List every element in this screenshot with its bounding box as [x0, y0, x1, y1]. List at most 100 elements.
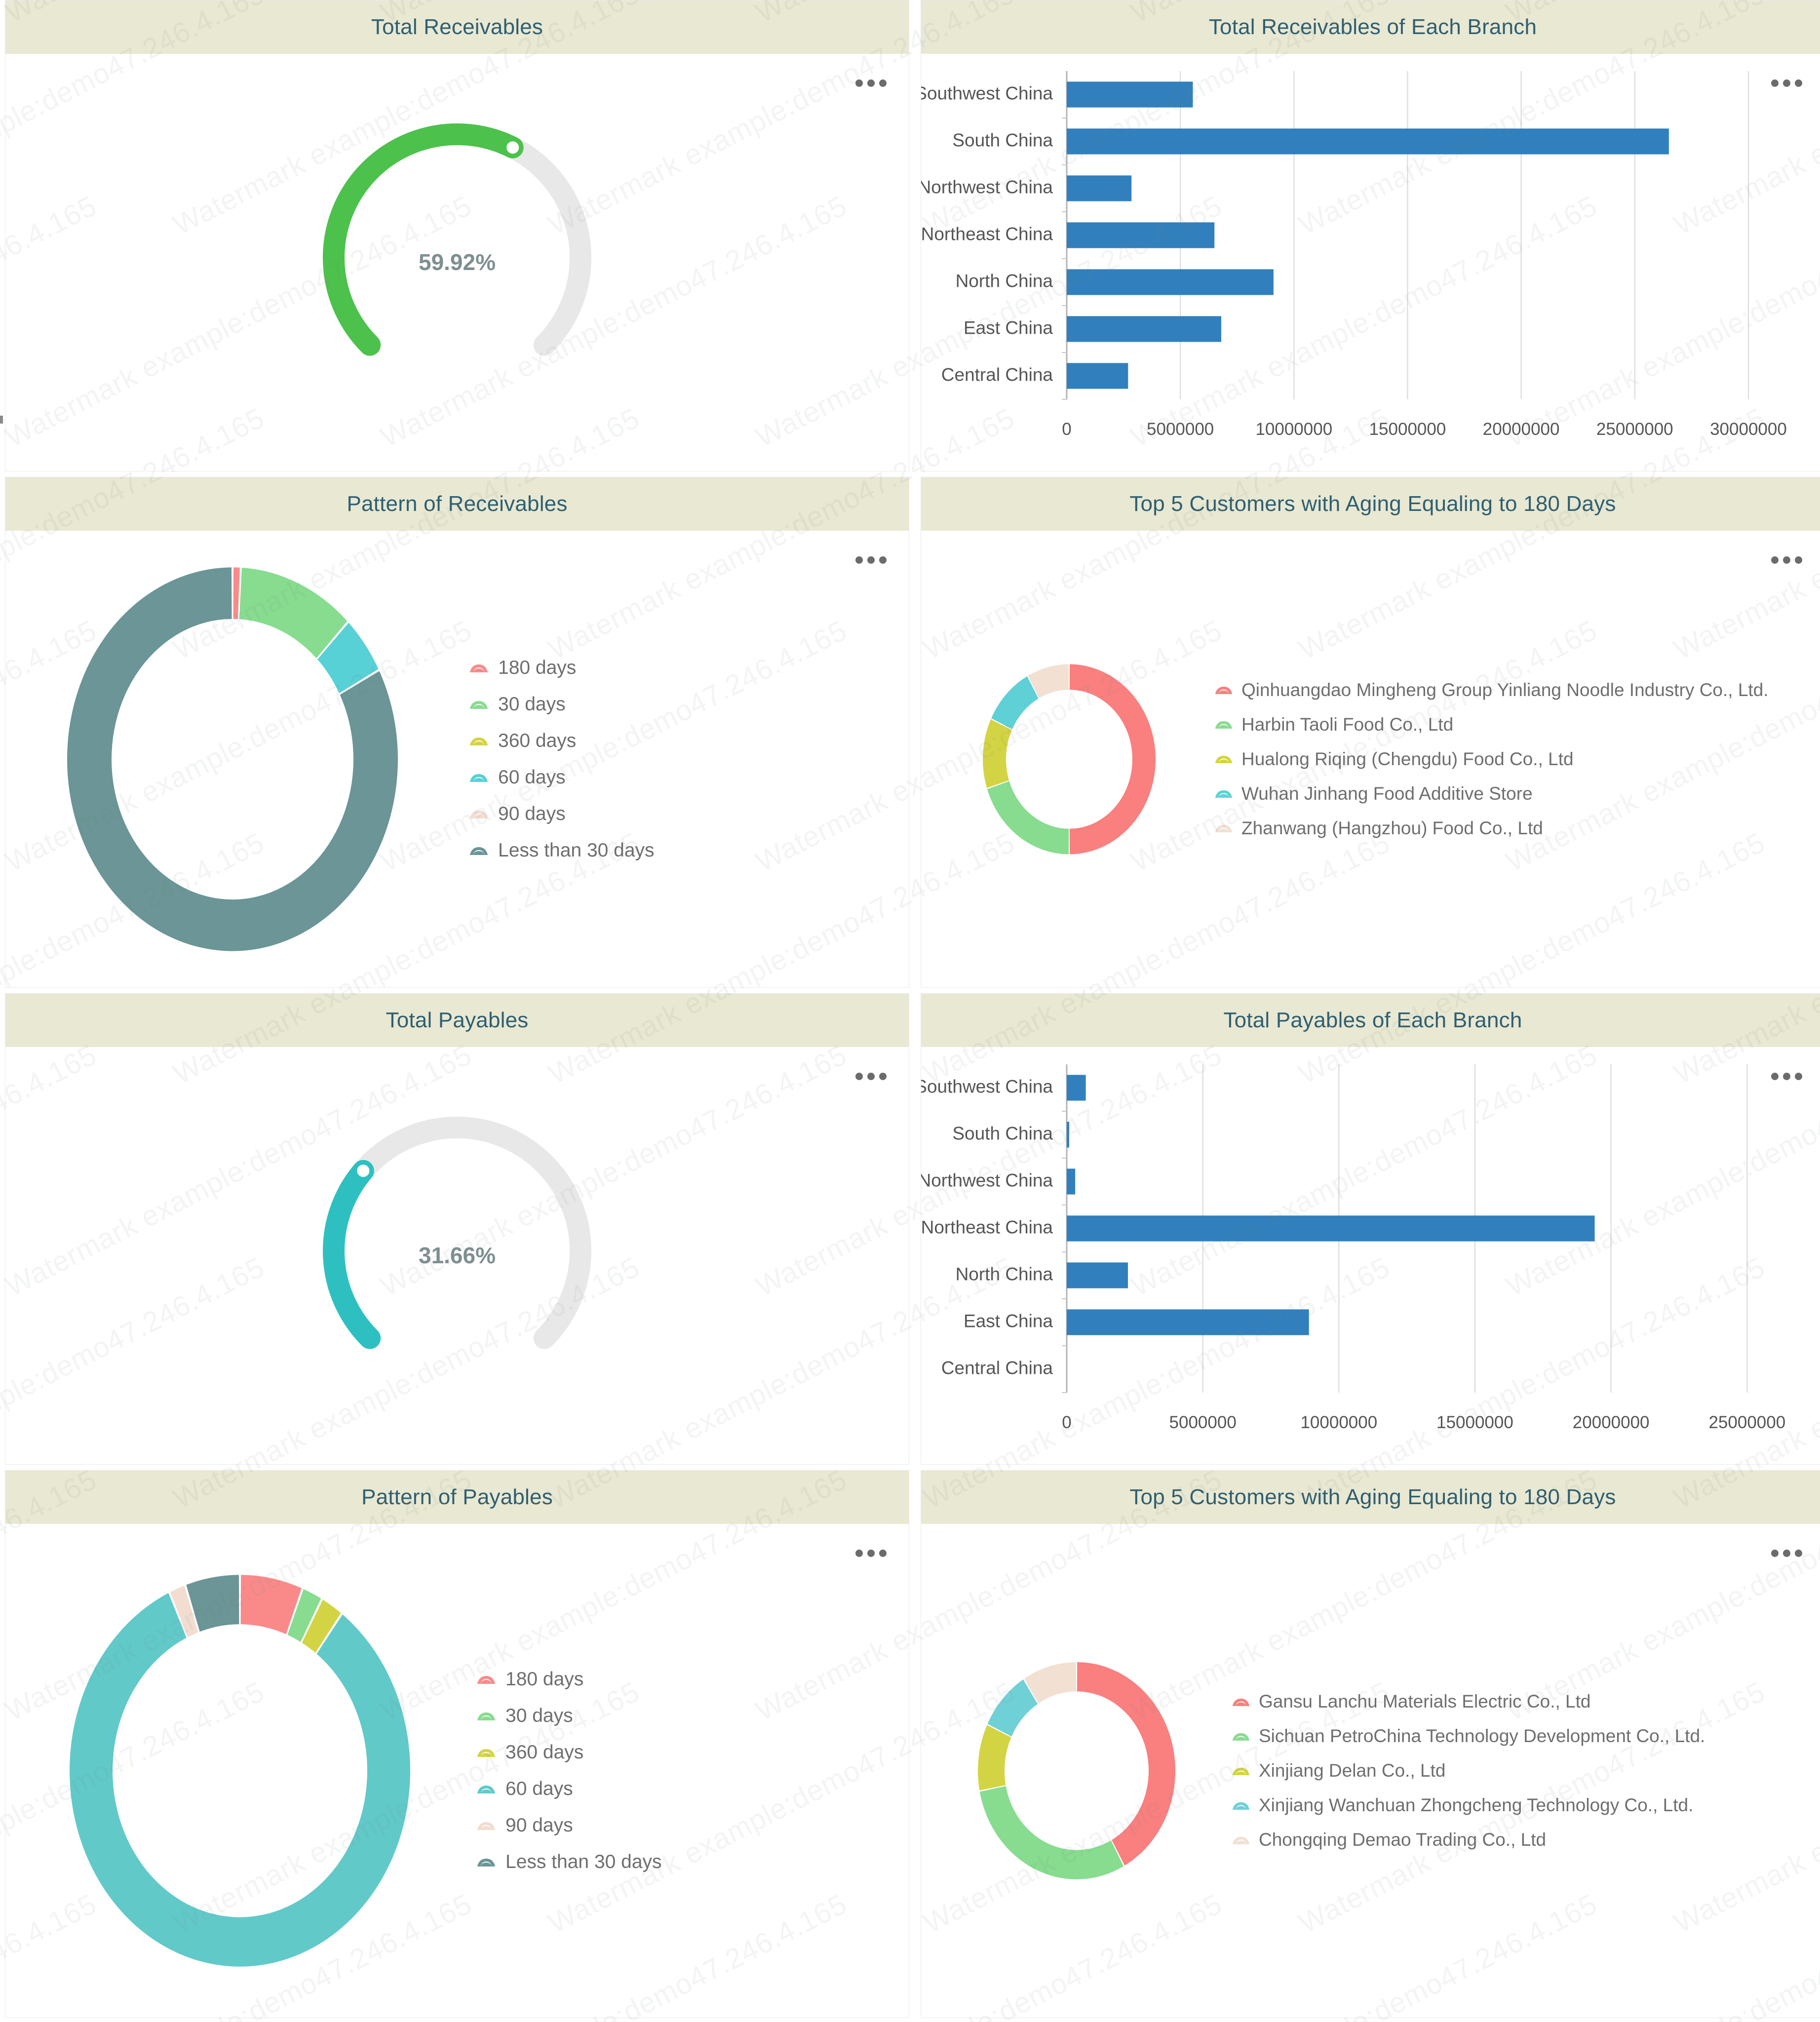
legend-color-swatch-icon [1232, 1732, 1250, 1741]
legend-pattern-receivables: 180 days 30 days 360 days 60 days 90 days Les… [469, 657, 655, 861]
dot [855, 79, 863, 87]
donut-pattern-receivables: 180 days 30 days 360 days 60 days 90 days Les… [5, 531, 909, 987]
legend-item[interactable]: Less than 30 days [477, 1851, 662, 1873]
donut-slice[interactable] [70, 1593, 411, 1967]
bar[interactable] [1067, 1122, 1069, 1148]
legend-item[interactable]: 90 days [477, 1815, 662, 1836]
legend-item[interactable]: Gansu Lanchu Materials Electric Co., Ltd [1232, 1691, 1705, 1712]
legend-item[interactable]: 180 days [477, 1669, 662, 1690]
legend-item[interactable]: Hualong Riqing (Chengdu) Food Co., Ltd [1215, 749, 1769, 770]
panel-header: Total Receivables [5, 0, 909, 54]
donut-top5-payables: Gansu Lanchu Materials Electric Co., Ltd… [921, 1524, 1820, 2018]
dot [1771, 556, 1779, 564]
legend-item[interactable]: Harbin Taoli Food Co., Ltd [1215, 714, 1769, 735]
legend-item[interactable]: 180 days [469, 657, 655, 679]
legend-item[interactable]: 60 days [477, 1778, 662, 1800]
donut-slice[interactable] [987, 780, 1069, 854]
legend-label: Zhanwang (Hangzhou) Food Co., Ltd [1241, 817, 1543, 838]
bar[interactable] [1067, 1215, 1595, 1242]
category-label: East China [964, 317, 1053, 338]
panel-title: Total Payables of Each Branch [1223, 1008, 1522, 1032]
legend-label: Sichuan PetroChina Technology Developmen… [1259, 1726, 1705, 1746]
more-options-icon[interactable] [1771, 1073, 1802, 1080]
donut-slice[interactable] [1069, 664, 1156, 854]
more-options-icon[interactable] [1771, 556, 1802, 564]
legend-color-swatch-icon [1215, 823, 1233, 833]
more-options-icon[interactable] [1771, 79, 1802, 87]
legend-label: Gansu Lanchu Materials Electric Co., Ltd [1259, 1691, 1591, 1711]
more-options-icon[interactable] [855, 79, 887, 87]
donut-slice[interactable] [983, 719, 1012, 788]
more-options-icon[interactable] [855, 1550, 887, 1557]
dot [1795, 1073, 1802, 1080]
legend-item[interactable]: 360 days [477, 1742, 662, 1763]
donut-svg [70, 1575, 411, 1967]
donut-slice[interactable] [978, 1725, 1011, 1790]
bar[interactable] [1067, 1309, 1309, 1335]
bar[interactable] [1067, 175, 1132, 201]
bar[interactable] [1067, 222, 1215, 248]
x-tick-label: 30000000 [1710, 420, 1787, 439]
category-label: South China [952, 130, 1053, 150]
legend-color-swatch-icon [1215, 720, 1233, 729]
legend-item[interactable]: Less than 30 days [469, 840, 655, 861]
legend-label: Xinjiang Wanchuan Zhongcheng Technology … [1259, 1795, 1694, 1815]
bar[interactable] [1067, 128, 1669, 155]
category-label: Southwest China [921, 83, 1053, 103]
category-label: Southwest China [921, 1076, 1053, 1096]
panel-header: Total Receivables of Each Branch [921, 0, 1820, 54]
legend-item[interactable]: Qinhuangdao Mingheng Group Yinliang Nood… [1215, 680, 1769, 700]
legend-color-swatch-icon [477, 1748, 496, 1757]
dot [855, 1073, 863, 1080]
x-tick-label: 5000000 [1169, 1413, 1237, 1432]
category-label: North China [956, 271, 1053, 291]
more-options-icon[interactable] [855, 556, 887, 564]
legend-label: Harbin Taoli Food Co., Ltd [1241, 714, 1454, 735]
legend-item[interactable]: 90 days [469, 803, 655, 825]
legend-item[interactable]: Chongqing Demao Trading Co., Ltd [1232, 1829, 1705, 1850]
bar[interactable] [1067, 1075, 1086, 1101]
legend-item[interactable]: 30 days [469, 694, 655, 715]
left-edge-marker [0, 416, 3, 424]
legend-item[interactable]: 30 days [477, 1705, 662, 1727]
legend-item[interactable]: 360 days [469, 730, 655, 752]
panel-header: Total Payables of Each Branch [921, 994, 1820, 1047]
gauge-handle-icon[interactable] [354, 1162, 372, 1179]
panel-title: Top 5 Customers with Aging Equaling to 1… [1129, 492, 1616, 516]
legend-item[interactable]: Xinjiang Delan Co., Ltd [1232, 1760, 1705, 1781]
legend-label: 360 days [505, 1742, 584, 1763]
bar[interactable] [1067, 1168, 1076, 1195]
x-tick-label: 15000000 [1369, 420, 1446, 439]
bar[interactable] [1067, 269, 1274, 295]
legend-label: 60 days [505, 1778, 573, 1799]
panel-body: Southwest China South China Northwest Chin… [921, 1047, 1820, 1464]
panel-title: Top 5 Customers with Aging Equaling to 1… [1129, 1485, 1616, 1509]
legend-color-swatch-icon [1232, 1801, 1250, 1810]
legend-item[interactable]: 60 days [469, 767, 655, 788]
panel-title: Pattern of Receivables [347, 492, 568, 516]
legend-item[interactable]: Sichuan PetroChina Technology Developmen… [1232, 1726, 1705, 1747]
more-options-icon[interactable] [1771, 1550, 1802, 1557]
legend-top5-receivables: Qinhuangdao Mingheng Group Yinliang Nood… [1215, 680, 1769, 839]
donut-slice[interactable] [991, 676, 1039, 729]
donut-slice[interactable] [233, 567, 240, 619]
category-label: Northeast China [921, 1217, 1053, 1237]
legend-item[interactable]: Zhanwang (Hangzhou) Food Co., Ltd [1215, 818, 1769, 839]
category-label: North China [956, 1264, 1053, 1284]
legend-label: Xinjiang Delan Co., Ltd [1259, 1760, 1446, 1781]
dot [1795, 79, 1802, 87]
donut-slice[interactable] [1077, 1662, 1175, 1866]
legend-item[interactable]: Wuhan Jinhang Food Additive Store [1215, 783, 1769, 804]
gauge-handle-icon[interactable] [504, 138, 522, 156]
x-tick-label: 25000000 [1596, 420, 1673, 439]
bar[interactable] [1067, 81, 1193, 108]
bar[interactable] [1067, 1262, 1128, 1288]
bar[interactable] [1067, 363, 1128, 389]
x-tick-label: 0 [1062, 1413, 1071, 1432]
donut-svg [983, 664, 1156, 854]
donut-slice[interactable] [979, 1786, 1124, 1879]
bar[interactable] [1067, 316, 1222, 342]
more-options-icon[interactable] [855, 1073, 887, 1080]
legend-item[interactable]: Xinjiang Wanchuan Zhongcheng Technology … [1232, 1795, 1705, 1816]
legend-color-swatch-icon [1232, 1766, 1250, 1776]
